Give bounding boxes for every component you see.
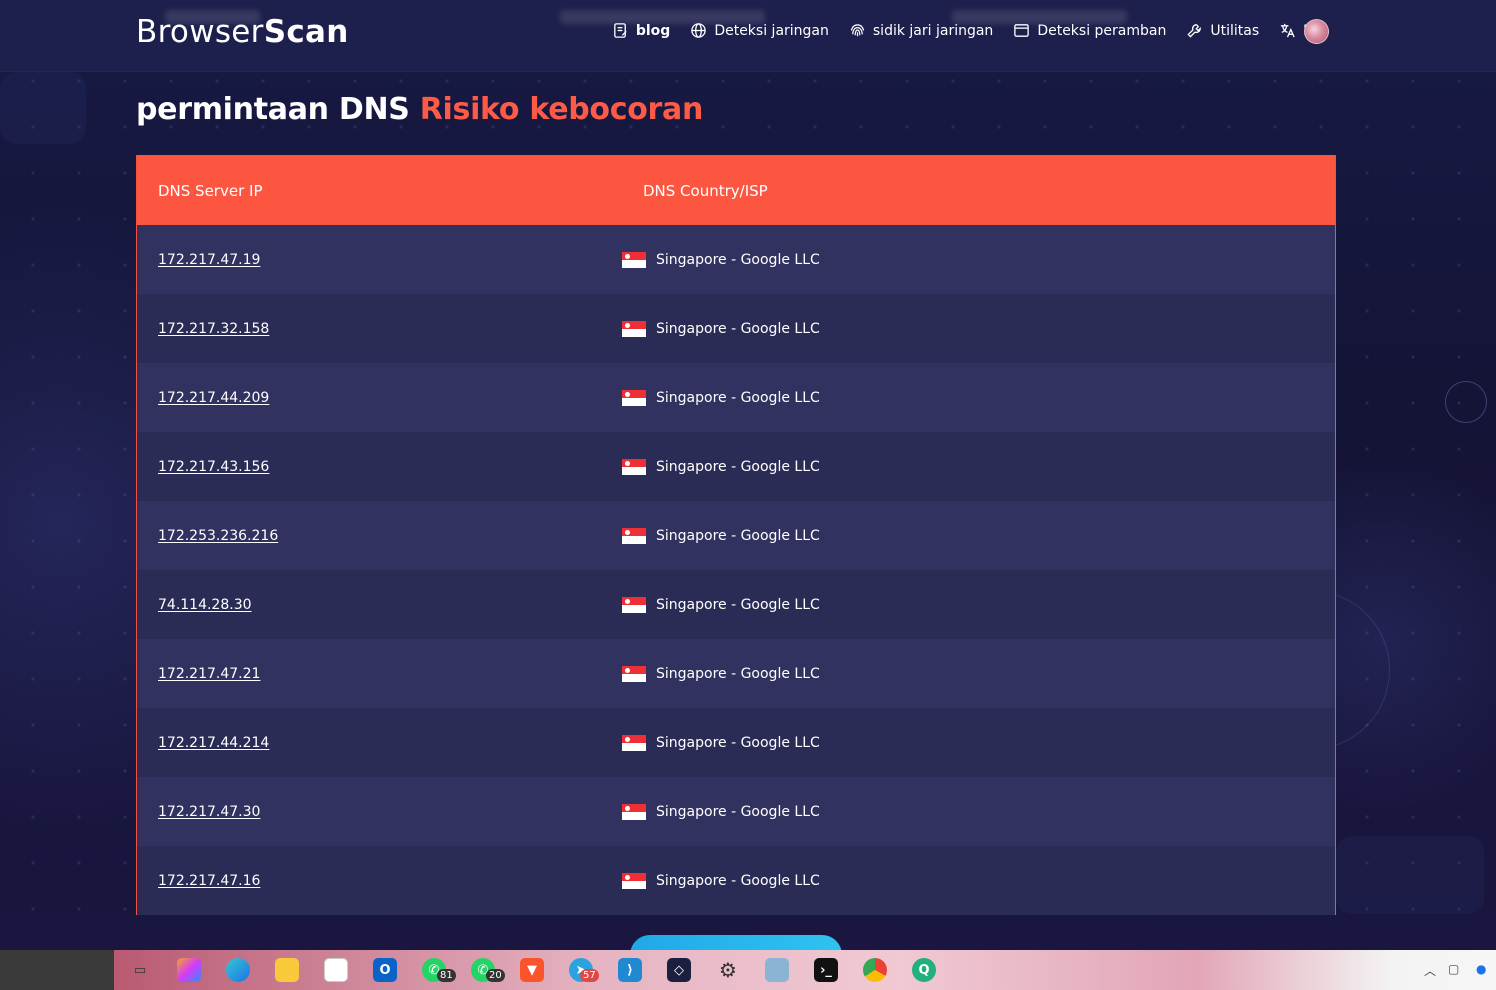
dns-ip-link[interactable]: 172.253.236.216 [158, 528, 278, 544]
fingerprint-icon [850, 24, 865, 37]
whatsapp-badge: 20 [486, 969, 505, 982]
settings-gear-icon[interactable]: ⚙ [716, 958, 740, 982]
outlook-icon[interactable]: O [373, 958, 397, 982]
header-dns-country-isp: DNS Country/ISP [643, 181, 768, 200]
whatsapp-badge: 81 [437, 969, 456, 982]
dns-isp: Singapore - Google LLC [656, 389, 820, 406]
notification-icon[interactable]: ● [1476, 962, 1486, 976]
dns-isp: Singapore - Google LLC [656, 320, 820, 337]
terminal-icon[interactable]: ›_ [814, 958, 838, 982]
nav-browser-detection[interactable]: Deteksi peramban [1013, 22, 1166, 39]
table-body: 172.217.47.19 Singapore - Google LLC 172… [137, 225, 1335, 915]
edge-icon[interactable] [226, 958, 250, 982]
dns-ip-link[interactable]: 172.217.43.156 [158, 459, 269, 475]
blog-icon [614, 23, 627, 38]
file-explorer-icon[interactable] [275, 958, 299, 982]
singapore-flag-icon [622, 251, 646, 268]
site-header: BrowserScan blog Deteksi jaringan sidik … [0, 0, 1496, 72]
table-row: 172.217.47.21 Singapore - Google LLC [137, 639, 1335, 708]
dns-isp: Singapore - Google LLC [656, 803, 820, 820]
blurred-ip [165, 10, 260, 24]
singapore-flag-icon [622, 458, 646, 475]
decorative-panel [0, 72, 86, 144]
table-row: 172.217.47.16 Singapore - Google LLC [137, 846, 1335, 915]
globe-icon [691, 23, 707, 38]
dns-results-table: DNS Server IP DNS Country/ISP 172.217.47… [136, 155, 1336, 915]
dns-ip-link[interactable]: 172.217.32.158 [158, 321, 269, 337]
singapore-flag-icon [622, 320, 646, 337]
dns-ip-link[interactable]: 172.217.44.214 [158, 735, 269, 751]
wrench-icon [1187, 24, 1202, 38]
singapore-flag-icon [622, 734, 646, 751]
copilot-icon[interactable] [177, 958, 201, 982]
singapore-flag-icon [622, 596, 646, 613]
dns-isp: Singapore - Google LLC [656, 665, 820, 682]
table-row: 172.217.47.30 Singapore - Google LLC [137, 777, 1335, 846]
ms-store-icon[interactable] [324, 958, 348, 982]
brave-icon[interactable]: ▼ [520, 958, 544, 982]
telegram-badge: 57 [580, 969, 599, 982]
app-dark-icon[interactable]: ◇ [667, 958, 691, 982]
singapore-flag-icon [622, 389, 646, 406]
decorative-panel [1336, 836, 1484, 914]
singapore-flag-icon [622, 527, 646, 544]
header-dns-server-ip: DNS Server IP [158, 181, 263, 200]
translate-icon [1281, 23, 1295, 38]
dns-ip-link[interactable]: 172.217.47.30 [158, 804, 260, 820]
table-row: 172.217.43.156 Singapore - Google LLC [137, 432, 1335, 501]
tray-chevron-icon[interactable]: ︿ [1424, 962, 1436, 979]
page-title: permintaan DNS Risiko kebocoran [136, 92, 704, 127]
vscode-icon[interactable]: ⟩ [618, 958, 642, 982]
dns-isp: Singapore - Google LLC [656, 596, 820, 613]
dns-isp: Singapore - Google LLC [656, 872, 820, 889]
dns-isp: Singapore - Google LLC [656, 734, 820, 751]
table-row: 172.253.236.216 Singapore - Google LLC [137, 501, 1335, 570]
main-nav: blog Deteksi jaringan sidik jari jaringa… [612, 22, 1320, 39]
dns-ip-link[interactable]: 172.217.44.209 [158, 390, 269, 406]
dns-isp: Singapore - Google LLC [656, 251, 820, 268]
chrome-icon[interactable] [863, 958, 887, 982]
dns-isp: Singapore - Google LLC [656, 458, 820, 475]
singapore-flag-icon [622, 872, 646, 889]
table-row: 172.217.44.214 Singapore - Google LLC [137, 708, 1335, 777]
table-row: 172.217.44.209 Singapore - Google LLC [137, 363, 1335, 432]
user-avatar[interactable] [1304, 19, 1329, 44]
app-q-icon[interactable]: Q [912, 958, 936, 982]
table-row: 74.114.28.30 Singapore - Google LLC [137, 570, 1335, 639]
dns-ip-link[interactable]: 172.217.47.21 [158, 666, 260, 682]
dns-ip-link[interactable]: 172.217.47.16 [158, 873, 260, 889]
table-header: DNS Server IP DNS Country/ISP [137, 156, 1335, 225]
table-row: 172.217.32.158 Singapore - Google LLC [137, 294, 1335, 363]
table-row: 172.217.47.19 Singapore - Google LLC [137, 225, 1335, 294]
dns-ip-link[interactable]: 172.217.47.19 [158, 252, 260, 268]
windows-taskbar: ▭ O ✆ 81 ✆ 20 ▼ ➤ 57 ⟩ ◇ ⚙ ›_ Q ︿ ▢ ● [0, 950, 1496, 990]
browser-window-icon [1014, 24, 1030, 37]
nav-utilities[interactable]: Utilitas [1186, 22, 1259, 39]
app-note-icon[interactable] [765, 958, 789, 982]
task-view-icon[interactable]: ▭ [128, 958, 152, 982]
nav-blog[interactable]: blog [612, 22, 670, 39]
tray-display-icon[interactable]: ▢ [1448, 962, 1459, 976]
nav-network-detection[interactable]: Deteksi jaringan [690, 22, 829, 39]
singapore-flag-icon [622, 665, 646, 682]
dns-isp: Singapore - Google LLC [656, 527, 820, 544]
singapore-flag-icon [622, 803, 646, 820]
nav-network-fingerprint[interactable]: sidik jari jaringan [849, 22, 993, 39]
dns-ip-link[interactable]: 74.114.28.30 [158, 597, 252, 613]
decorative-ring [1445, 381, 1487, 423]
